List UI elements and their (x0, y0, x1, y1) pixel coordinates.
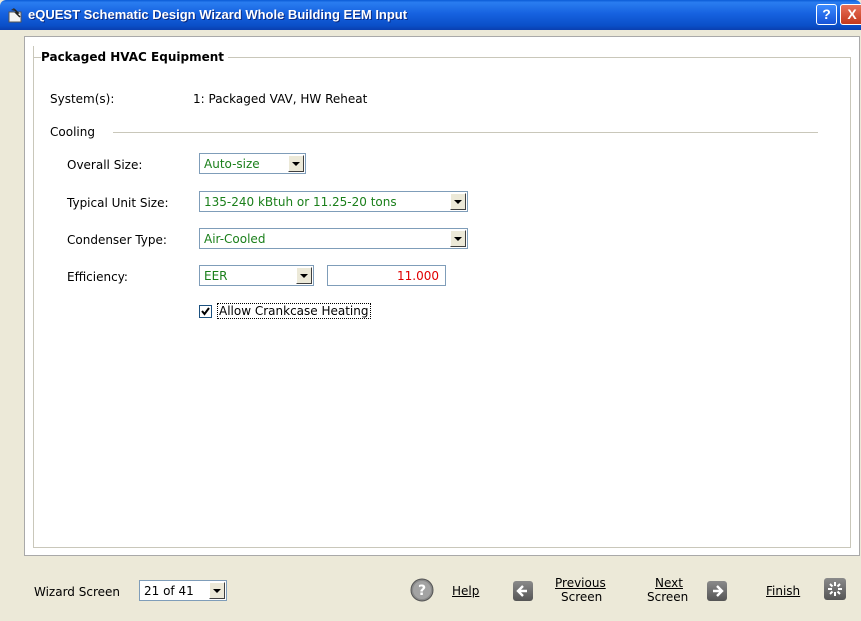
next-button[interactable]: Next Screen (645, 574, 735, 608)
question-icon: ? (410, 578, 434, 602)
finish-button[interactable]: Finish (766, 578, 846, 604)
efficiency-type-select[interactable]: EER (199, 265, 314, 286)
overall-size-select[interactable]: Auto-size (199, 153, 306, 174)
help-title-button[interactable]: ? (816, 4, 837, 25)
close-icon: X (847, 6, 857, 22)
chevron-down-icon[interactable] (209, 582, 225, 599)
crankcase-label[interactable]: Allow Crankcase Heating (217, 303, 371, 319)
fieldset-border (33, 46, 34, 548)
help-label: Help (452, 584, 480, 598)
previous-label-line1: Previous (555, 576, 606, 590)
svg-text:?: ? (418, 583, 426, 599)
chevron-down-icon[interactable] (450, 193, 466, 210)
next-label-line1: Next (655, 576, 683, 590)
close-button[interactable]: X (840, 4, 861, 25)
typical-unit-size-select[interactable]: 135-240 kBtuh or 11.25-20 tons (199, 191, 468, 212)
cooling-title: Cooling (50, 125, 95, 139)
cooling-separator (113, 132, 818, 133)
chevron-down-icon[interactable] (288, 155, 304, 172)
efficiency-value-input[interactable]: 11.000 (327, 265, 446, 286)
main-panel: Packaged HVAC Equipment System(s): 1: Pa… (24, 36, 860, 556)
next-label-line2: Screen (647, 590, 689, 604)
overall-size-value: Auto-size (204, 157, 260, 171)
help-icon: ? (822, 6, 831, 22)
checkmark-icon (201, 307, 210, 316)
systems-label: System(s): (50, 92, 115, 106)
help-button[interactable]: ? Help (410, 578, 490, 604)
previous-label-line2: Screen (561, 590, 603, 604)
app-icon (8, 8, 22, 23)
systems-value: 1: Packaged VAV, HW Reheat (193, 92, 368, 106)
wizard-screen-select[interactable]: 21 of 41 (139, 580, 227, 601)
efficiency-value: 11.000 (397, 269, 439, 283)
finish-label: Finish (766, 584, 801, 598)
typical-unit-size-value: 135-240 kBtuh or 11.25-20 tons (204, 195, 397, 209)
section-title: Packaged HVAC Equipment (41, 50, 228, 64)
condenser-type-label: Condenser Type: (67, 233, 167, 247)
typical-unit-size-label: Typical Unit Size: (67, 196, 169, 210)
condenser-type-select[interactable]: Air-Cooled (199, 228, 468, 249)
title-bar: eQUEST Schematic Design Wizard Whole Bui… (0, 0, 861, 30)
fieldset-border-right (850, 57, 851, 548)
condenser-type-value: Air-Cooled (204, 232, 266, 246)
wizard-screen-label: Wizard Screen (34, 585, 120, 599)
crankcase-checkbox[interactable] (199, 305, 212, 318)
arrow-left-icon (513, 581, 533, 601)
chevron-down-icon[interactable] (296, 267, 312, 284)
overall-size-label: Overall Size: (67, 158, 143, 172)
window-title: eQUEST Schematic Design Wizard Whole Bui… (28, 7, 408, 22)
efficiency-type-value: EER (204, 269, 228, 283)
chevron-down-icon[interactable] (450, 230, 466, 247)
efficiency-label: Efficiency: (67, 270, 128, 284)
arrow-right-icon (707, 581, 727, 601)
wizard-screen-value: 21 of 41 (144, 584, 194, 598)
finish-icon (824, 578, 846, 600)
fieldset-border-bottom (33, 547, 851, 548)
previous-button[interactable]: Previous Screen (513, 574, 623, 608)
